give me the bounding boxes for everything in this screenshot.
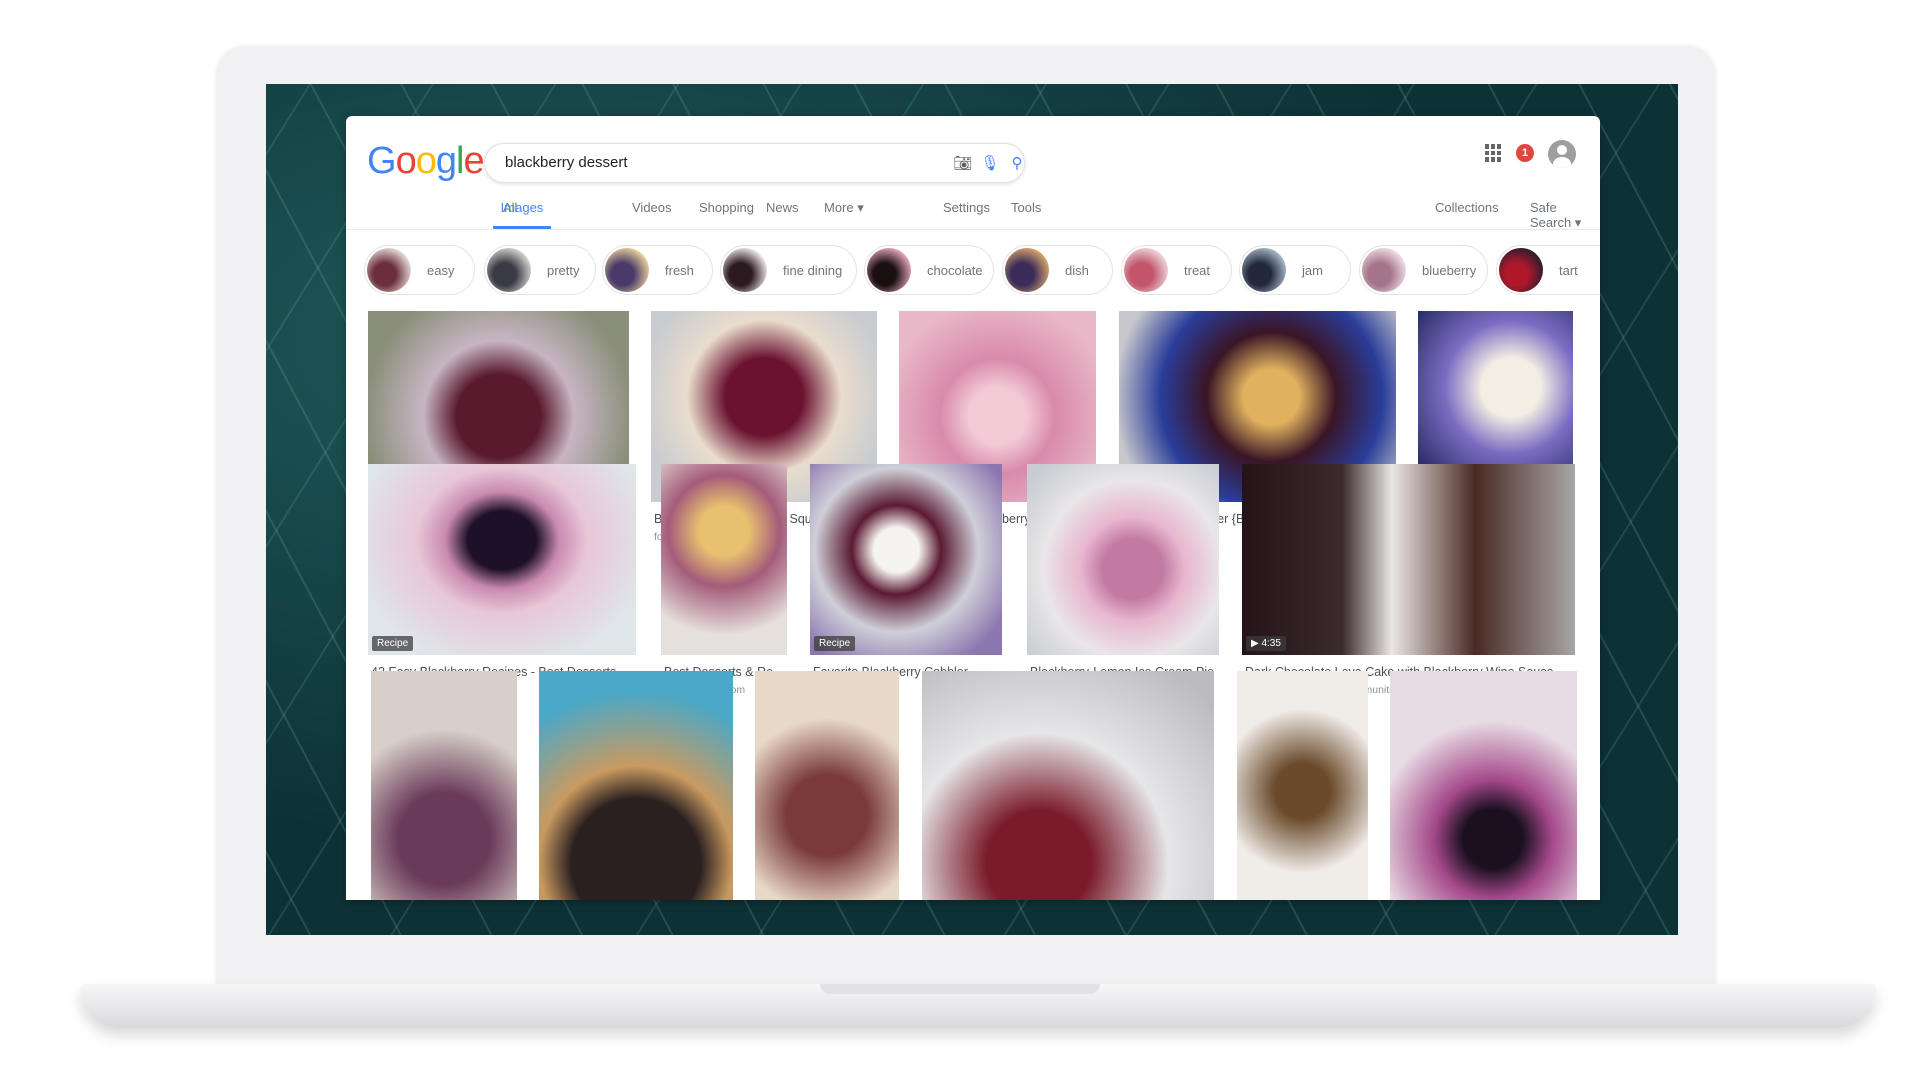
chip-label: fresh [665,262,694,278]
image-result[interactable] [371,671,517,900]
result-image [539,671,733,900]
result-image [1390,671,1577,900]
image-result[interactable] [661,464,787,655]
image-result[interactable] [1237,671,1368,900]
result-image [755,671,899,900]
chip-label: fine dining [783,262,843,278]
chip-label: jam [1302,262,1323,278]
laptop-notch [820,984,1100,994]
result-image [371,671,517,900]
chip-label: tart [1559,262,1578,278]
camera-icon[interactable]: 📷︎ [953,154,973,174]
image-result[interactable] [539,671,733,900]
chip-thumbnail [1499,248,1543,292]
chip-fine-dining[interactable]: fine dining [720,245,857,295]
active-tab-indicator [493,226,551,229]
image-result[interactable] [755,671,899,900]
chip-thumbnail [867,248,911,292]
image-result[interactable] [922,671,1214,900]
collections-link[interactable]: Collections [1435,200,1499,215]
chip-thumbnail [1124,248,1168,292]
safe-search-dropdown[interactable]: Safe Search ▾ [1530,200,1600,231]
image-result[interactable] [1027,464,1219,655]
image-result[interactable]: Recipe [368,464,636,655]
microphone-icon[interactable]: 🎙︎ [980,154,1000,174]
chip-tart[interactable]: tart [1496,245,1600,295]
chip-thumbnail [487,248,531,292]
tab-images[interactable]: Images [493,200,551,215]
chip-label: pretty [547,262,580,278]
chip-blueberry[interactable]: blueberry [1359,245,1488,295]
chip-treat[interactable]: treat [1121,245,1232,295]
browser-window: Google 📷︎ 🎙︎ ⚲ 1 All Images Videos Shopp… [346,116,1600,900]
result-image [1242,464,1575,655]
chip-thumbnail [367,248,411,292]
result-image [922,671,1214,900]
chip-thumbnail [1242,248,1286,292]
tab-tools[interactable]: Tools [1011,200,1041,215]
chip-easy[interactable]: easy [364,245,475,295]
chip-label: chocolate [927,262,983,278]
chip-thumbnail [1005,248,1049,292]
tab-settings[interactable]: Settings [943,200,990,215]
notification-badge[interactable]: 1 [1516,144,1534,162]
image-result[interactable]: Recipe [810,464,1002,655]
tab-news[interactable]: News [766,200,799,215]
recipe-badge: Recipe [814,636,856,651]
chip-label: blueberry [1422,262,1477,278]
result-image [810,464,1002,655]
chip-thumbnail [605,248,649,292]
chip-thumbnail [723,248,767,292]
tab-divider [346,229,1600,230]
video-duration-badge: ▶ 4:35 [1246,636,1286,651]
chip-thumbnail [1362,248,1406,292]
chip-dish[interactable]: dish [1002,245,1113,295]
chip-jam[interactable]: jam [1239,245,1351,295]
chip-chocolate[interactable]: chocolate [864,245,994,295]
recipe-badge: Recipe [372,636,414,651]
search-input[interactable] [505,154,885,171]
chip-label: easy [427,262,455,278]
image-result[interactable]: ▶ 4:35 [1242,464,1575,655]
chip-label: treat [1184,262,1211,278]
apps-grid-icon[interactable] [1485,144,1503,162]
search-box: 📷︎ 🎙︎ ⚲ [484,143,1025,183]
avatar[interactable] [1548,140,1576,168]
result-image [1237,671,1368,900]
image-result[interactable] [1390,671,1577,900]
tab-shopping[interactable]: Shopping [699,200,754,215]
tab-videos[interactable]: Videos [632,200,672,215]
result-image [368,464,636,655]
tab-more[interactable]: More ▾ [824,200,864,216]
search-icon[interactable]: ⚲ [1007,154,1027,174]
chip-pretty[interactable]: pretty [484,245,596,295]
result-image [661,464,787,655]
chip-fresh[interactable]: fresh [602,245,713,295]
google-logo[interactable]: Google [367,140,485,183]
result-image [1027,464,1219,655]
chip-label: dish [1065,262,1089,278]
